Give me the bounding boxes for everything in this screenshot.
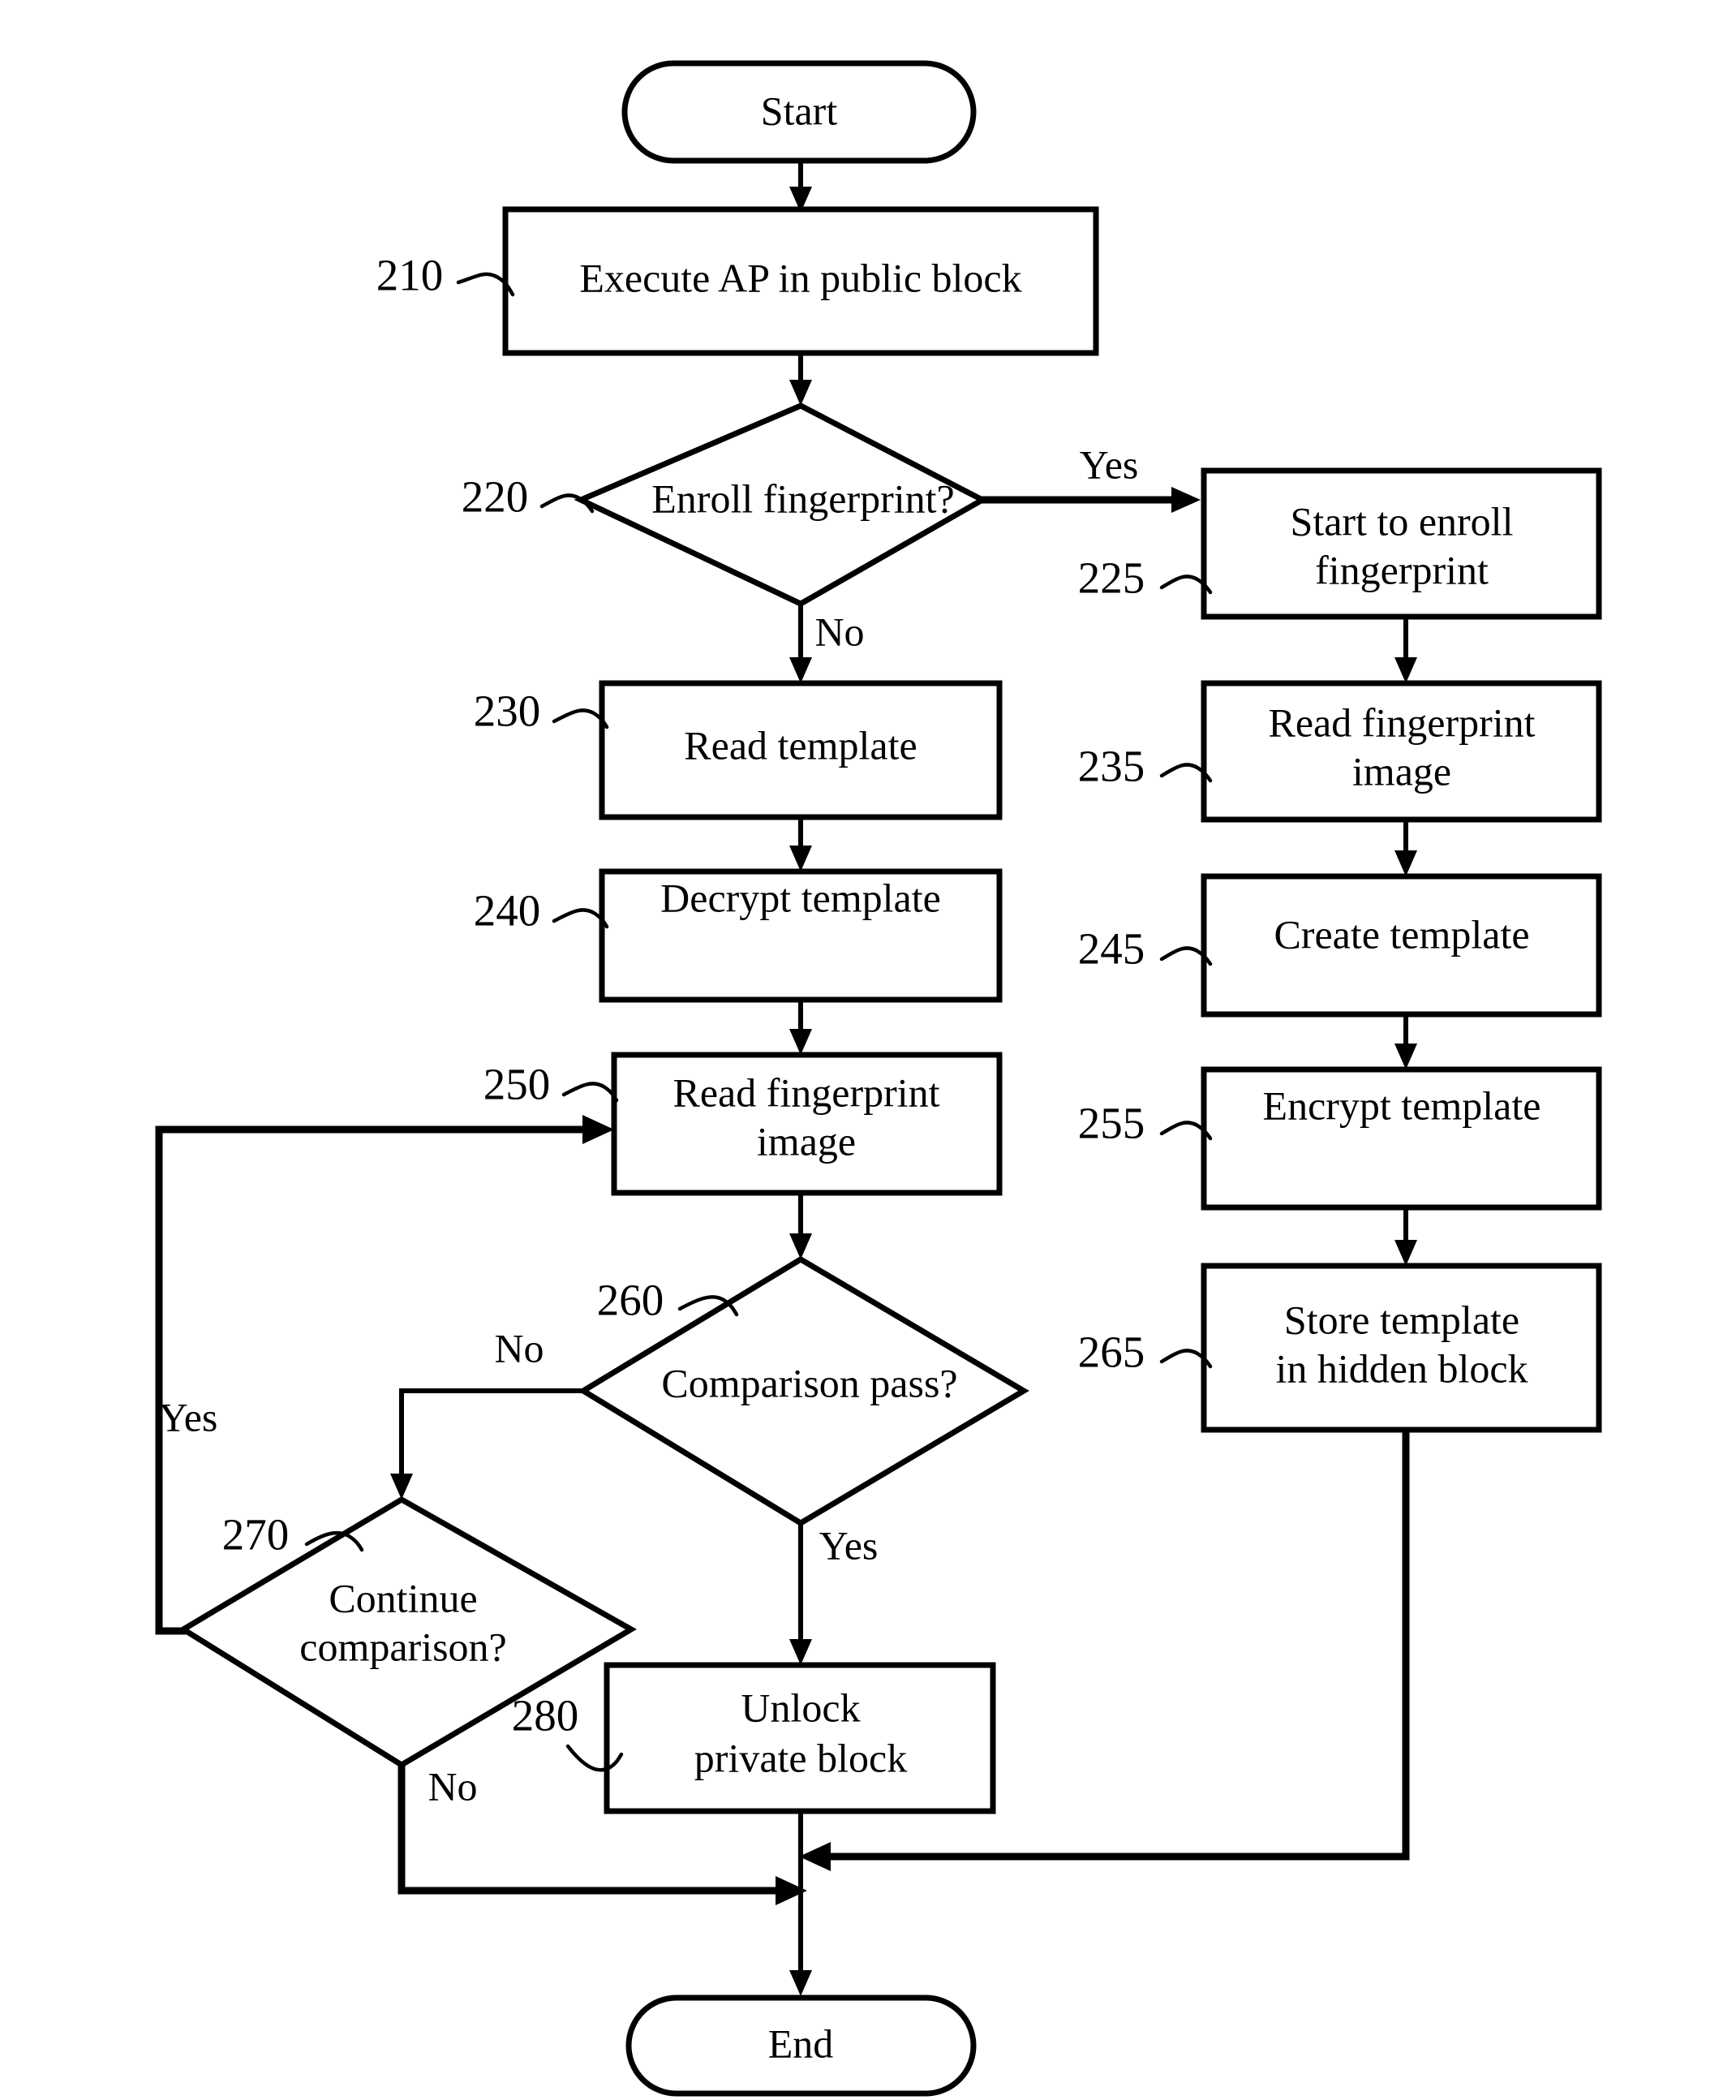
figure-canvas: Start Execute AP in public block 210 Enr…	[0, 0, 1736, 2100]
node-280-unlock-private-block[interactable]: Unlock private block	[604, 1662, 996, 1814]
node-220-label: Enroll fingerprint?	[651, 476, 955, 521]
ref-250-number: 250	[483, 1060, 551, 1109]
ref-255-number: 255	[1078, 1099, 1145, 1148]
ref-255: 255	[1078, 1099, 1213, 1148]
node-235-read-fingerprint-image[interactable]: Read fingerprint image	[1201, 680, 1602, 823]
edge-label-270-yes: Yes	[159, 1394, 218, 1439]
node-270-label-line2: comparison?	[299, 1624, 506, 1669]
edge-280-to-end	[789, 1811, 812, 1996]
ref-235-number: 235	[1078, 742, 1145, 791]
node-end-label: End	[768, 2020, 834, 2066]
node-265-store-template[interactable]: Store template in hidden block	[1201, 1263, 1602, 1433]
ref-280-number: 280	[512, 1691, 579, 1741]
ref-225: 225	[1078, 553, 1213, 603]
edge-225-to-235	[1394, 617, 1417, 683]
node-240-decrypt-template[interactable]: Decrypt template	[599, 868, 1003, 1003]
ref-270-number: 270	[222, 1510, 290, 1560]
node-265-label-line2: in hidden block	[1275, 1345, 1528, 1391]
node-230-label: Read template	[684, 722, 917, 768]
node-end[interactable]: End	[625, 1995, 977, 2097]
edge-label-270-no: No	[428, 1763, 477, 1809]
node-225-label-line2: fingerprint	[1315, 547, 1489, 592]
ref-230-number: 230	[474, 686, 541, 736]
ref-250: 250	[483, 1060, 619, 1109]
ref-230: 230	[474, 686, 609, 736]
node-start[interactable]: Start	[621, 60, 977, 164]
node-210-execute-ap[interactable]: Execute AP in public block	[502, 206, 1099, 356]
node-255-label: Encrypt template	[1263, 1082, 1541, 1128]
node-225-start-to-enroll[interactable]: Start to enroll fingerprint	[1201, 467, 1602, 620]
edge-label-260-no: No	[494, 1325, 544, 1371]
node-240-label: Decrypt template	[660, 875, 941, 920]
edge-235-to-245	[1394, 820, 1417, 876]
node-250-label-line1: Read fingerprint	[672, 1069, 939, 1115]
edge-label-220-no: No	[814, 609, 864, 654]
node-245-label: Create template	[1274, 911, 1529, 957]
edge-start-to-210	[789, 162, 812, 213]
ref-210: 210	[376, 251, 515, 300]
edge-240-to-250	[789, 1000, 812, 1055]
flowchart-diagram: Start Execute AP in public block 210 Enr…	[155, 60, 1602, 2097]
ref-240: 240	[474, 886, 609, 936]
edge-220-yes-to-225	[982, 487, 1201, 513]
node-start-label: Start	[761, 88, 838, 133]
ref-265: 265	[1078, 1328, 1213, 1377]
ref-235: 235	[1078, 742, 1213, 791]
node-250-read-fingerprint-image[interactable]: Read fingerprint image	[611, 1052, 1003, 1196]
node-245-create-template[interactable]: Create template	[1201, 873, 1602, 1018]
ref-245-number: 245	[1078, 924, 1145, 974]
ref-265-number: 265	[1078, 1328, 1145, 1377]
node-260-label: Comparison pass?	[661, 1360, 957, 1405]
edge-250-to-260	[789, 1193, 812, 1259]
node-270-label-line1: Continue	[329, 1575, 477, 1620]
edge-210-to-220	[789, 353, 812, 406]
node-225-label-line1: Start to enroll	[1291, 498, 1514, 544]
edge-220-no-to-230	[789, 604, 812, 683]
edge-255-to-265	[1394, 1207, 1417, 1266]
node-220-enroll-fingerprint[interactable]: Enroll fingerprint?	[574, 402, 989, 607]
edge-245-to-255	[1394, 1014, 1417, 1069]
ref-240-number: 240	[474, 886, 541, 936]
node-265-label-line1: Store template	[1284, 1297, 1519, 1342]
ref-220-number: 220	[462, 472, 529, 522]
edge-label-220-yes: Yes	[1080, 441, 1139, 487]
ref-245: 245	[1078, 924, 1213, 974]
ref-210-number: 210	[376, 251, 444, 300]
node-210-label: Execute AP in public block	[579, 255, 1021, 300]
ref-220: 220	[462, 472, 595, 522]
edge-260-no-to-270	[390, 1388, 584, 1500]
edge-230-to-240	[789, 817, 812, 871]
edge-label-260-yes: Yes	[819, 1522, 879, 1568]
node-230-read-template[interactable]: Read template	[599, 680, 1003, 820]
node-255-encrypt-template[interactable]: Encrypt template	[1201, 1066, 1602, 1211]
node-235-label-line2: image	[1352, 748, 1451, 794]
ref-260-number: 260	[597, 1276, 664, 1325]
node-280-label-line2: private block	[694, 1735, 907, 1780]
node-250-label-line2: image	[757, 1118, 856, 1164]
node-280-label-line1: Unlock	[741, 1685, 860, 1730]
node-235-label-line1: Read fingerprint	[1268, 699, 1535, 745]
edge-260-yes-to-280	[789, 1523, 812, 1665]
ref-225-number: 225	[1078, 553, 1145, 603]
